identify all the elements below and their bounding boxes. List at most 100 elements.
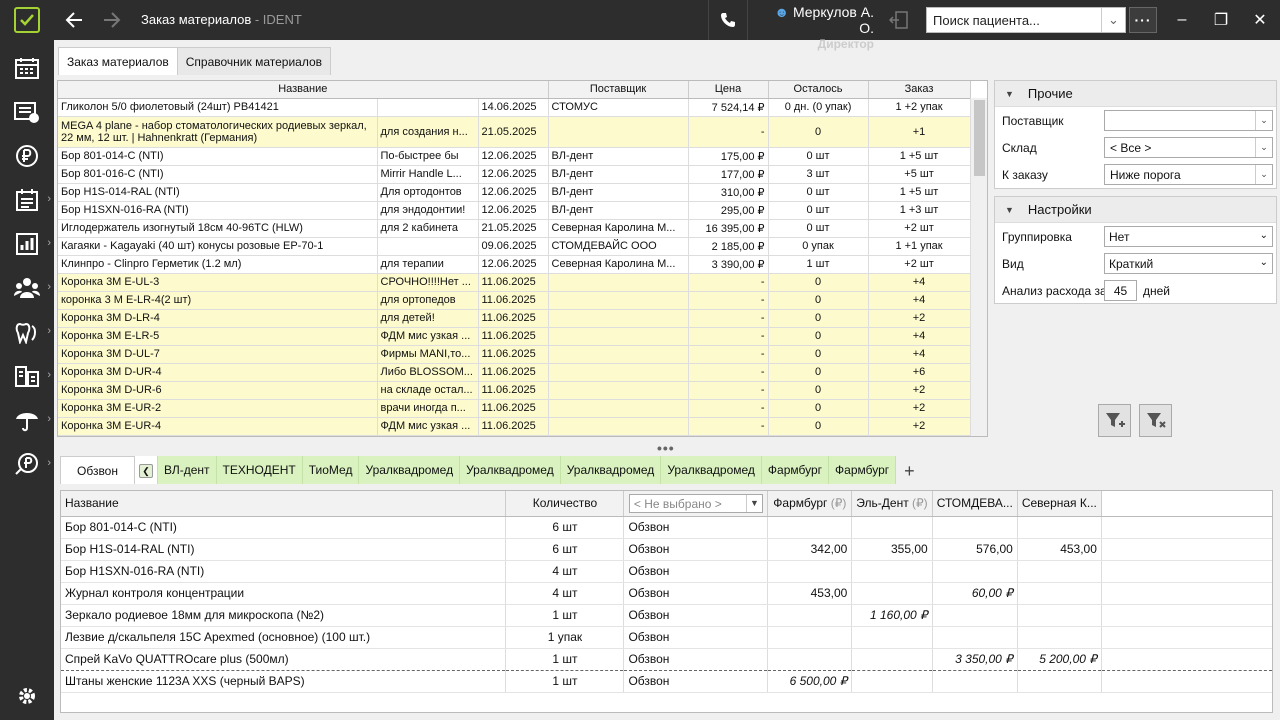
table-row[interactable]: Бор 801-016-С (NTI) Mirrir Handle L... 12.… bbox=[58, 165, 971, 184]
order-column-severnaya[interactable]: Северная К... bbox=[1017, 491, 1102, 517]
table-row[interactable]: Кагаяки - Kagayaki (40 шт) конусы розовы… bbox=[58, 237, 971, 256]
settings-header[interactable]: ▼ Настройки bbox=[995, 197, 1276, 223]
panel-splitter[interactable]: ••• bbox=[657, 440, 675, 456]
chevron-down-icon[interactable]: ⌄ bbox=[1260, 257, 1268, 268]
order-row[interactable]: Бор 801-014-С (NTI) 6 шт Обзвон bbox=[61, 516, 1272, 539]
order-column-name[interactable]: Название bbox=[61, 491, 507, 517]
column-header-price[interactable]: Цена bbox=[688, 81, 769, 99]
supplier-filter-select[interactable]: ⌄ bbox=[1104, 110, 1273, 131]
tab-material-catalog[interactable]: Справочник материалов bbox=[176, 47, 332, 75]
close-icon[interactable]: ✕ bbox=[1248, 8, 1272, 32]
logout-icon[interactable] bbox=[884, 8, 914, 32]
add-tab-icon[interactable]: + bbox=[896, 456, 923, 484]
telephony-icon[interactable] bbox=[708, 0, 748, 40]
other-filters-header[interactable]: ▼ Прочие bbox=[995, 81, 1276, 107]
view-select[interactable]: Краткий ⌄ bbox=[1104, 253, 1273, 274]
materials-scrollbar[interactable] bbox=[970, 98, 987, 436]
order-price-stomdevice: 3 350,00 ₽ bbox=[932, 647, 1018, 671]
patient-search-input[interactable]: Поиск пациента... ⌄ bbox=[926, 7, 1126, 33]
column-header-left[interactable]: Осталось bbox=[768, 81, 869, 99]
table-row[interactable]: Иглодержатель изогнутый 18см 40-96TC (HL… bbox=[58, 219, 971, 238]
tab-supplier[interactable]: Уралквадромед bbox=[460, 456, 561, 484]
more-options-button[interactable]: ··· bbox=[1129, 7, 1157, 33]
table-row[interactable]: коронка 3 M E-LR-4(2 шт) для ортопедов 11.… bbox=[58, 291, 971, 310]
sidebar-insurance-icon[interactable]: › bbox=[0, 398, 54, 442]
tab-supplier[interactable]: Фармбург bbox=[829, 456, 897, 484]
sidebar-finance-icon[interactable] bbox=[0, 134, 54, 178]
table-row[interactable]: Коронка 3M D-UL-7 Фирмы MANI,то... 11.06.2… bbox=[58, 345, 971, 364]
minimize-icon[interactable]: – bbox=[1170, 8, 1194, 32]
chevron-down-icon[interactable]: ⌄ bbox=[1255, 165, 1272, 184]
sidebar-payments-icon[interactable]: › bbox=[0, 442, 54, 486]
table-row[interactable]: Бор 801-014-С (NTI) По-быстрее бы 12.06.20… bbox=[58, 147, 971, 166]
material-date: 11.06.2025 bbox=[478, 291, 549, 310]
sidebar-warehouse-icon[interactable]: › bbox=[0, 354, 54, 398]
table-row[interactable]: Бор H1SXN-016-RA (NTI) для эндодонтии! 12.… bbox=[58, 201, 971, 220]
sidebar-tasks-icon[interactable] bbox=[0, 90, 54, 134]
collapse-triangle-icon[interactable]: ▼ bbox=[1005, 89, 1014, 99]
order-row[interactable]: Штаны женские 1123A XXS (черный BAPS) 1 ш… bbox=[61, 670, 1272, 693]
analysis-days-input[interactable]: 45 bbox=[1104, 280, 1137, 301]
column-header-name[interactable]: Название bbox=[58, 81, 549, 99]
chevron-down-icon[interactable]: ⌄ bbox=[1255, 111, 1272, 130]
order-row[interactable]: Лезвие д/скальпеля 15C Apexmed (основное… bbox=[61, 626, 1272, 649]
tab-collapse-icon[interactable]: ❮ bbox=[135, 456, 158, 484]
tab-supplier[interactable]: ТиоМед bbox=[302, 456, 360, 484]
table-row[interactable]: Гликолон 5/0 фиолетовый (24шт) PB41421 14… bbox=[58, 98, 971, 117]
forward-arrow-icon[interactable] bbox=[100, 8, 124, 32]
order-table: Название Количество < Не выбрано > ▼ Фарм… bbox=[60, 490, 1273, 713]
collapse-triangle-icon[interactable]: ▼ bbox=[1005, 205, 1014, 215]
order-row[interactable]: Зеркало родиевое 18мм для микроскопа (№2… bbox=[61, 604, 1272, 627]
current-user[interactable]: ☻ Меркулов А. О. Директор bbox=[756, 4, 874, 52]
table-row[interactable]: Клинпро - Clinpro Герметик (1.2 мл) для т… bbox=[58, 255, 971, 274]
sidebar-analytics-icon[interactable]: › bbox=[0, 222, 54, 266]
table-row[interactable]: Коронка 3M E-UR-4 ФДМ мис узкая ... 11.06.… bbox=[58, 417, 971, 436]
tab-supplier[interactable]: Фармбург bbox=[761, 456, 830, 484]
table-row[interactable]: Коронка 3M E-UR-2 врачи иногда п... 11.06.… bbox=[58, 399, 971, 418]
chevron-down-icon[interactable]: ▼ bbox=[745, 494, 762, 512]
apply-filter-icon[interactable] bbox=[1098, 404, 1131, 437]
sidebar-dental-icon[interactable]: › bbox=[0, 310, 54, 354]
tab-supplier[interactable]: Уралквадромед bbox=[560, 456, 662, 484]
table-row[interactable]: Коронка 3M D-UR-4 Либо BLOSSOM... 11.06.20… bbox=[58, 363, 971, 382]
table-row[interactable]: Коронка 3M D-UR-6 на складе остал... 11.06… bbox=[58, 381, 971, 400]
tab-supplier[interactable]: Уралквадромед bbox=[661, 456, 762, 484]
tab-supplier[interactable]: ТЕХНОДЕНТ bbox=[216, 456, 303, 484]
grouping-select[interactable]: Нет ⌄ bbox=[1104, 226, 1273, 247]
table-row[interactable]: MEGA 4 plane - набор стоматологических р… bbox=[58, 116, 971, 148]
to-order-filter-select[interactable]: Ниже порога ⌄ bbox=[1104, 164, 1273, 185]
material-left: 0 упак bbox=[768, 237, 869, 256]
tab-material-order[interactable]: Заказ материалов bbox=[58, 47, 178, 75]
column-header-supplier[interactable]: Поставщик bbox=[548, 81, 689, 99]
sidebar-calendar-icon[interactable] bbox=[0, 46, 54, 90]
warehouse-filter-select[interactable]: < Все > ⌄ bbox=[1104, 137, 1273, 158]
back-arrow-icon[interactable] bbox=[62, 8, 86, 32]
order-row[interactable]: Бор H1S-014-RAL (NTI) 6 шт Обзвон 342,00 355… bbox=[61, 538, 1272, 561]
sidebar-reports-icon[interactable]: › bbox=[0, 178, 54, 222]
tab-calling[interactable]: Обзвон bbox=[60, 456, 135, 484]
order-column-eldent[interactable]: Эль-Дент (₽) bbox=[851, 491, 933, 517]
order-column-stomdevice[interactable]: СТОМДЕВА... bbox=[932, 491, 1018, 517]
chevron-down-icon[interactable]: ⌄ bbox=[1260, 230, 1268, 241]
status-select[interactable]: < Не выбрано > ▼ bbox=[628, 493, 763, 513]
chevron-down-icon[interactable]: ⌄ bbox=[1255, 138, 1272, 157]
order-column-farmburg[interactable]: Фармбург (₽) bbox=[767, 491, 853, 517]
scrollbar-thumb[interactable] bbox=[974, 100, 985, 176]
clear-filter-icon[interactable] bbox=[1139, 404, 1172, 437]
order-row[interactable]: Бор H1SXN-016-RA (NTI) 4 шт Обзвон bbox=[61, 560, 1272, 583]
tab-supplier[interactable]: Уралквадромед bbox=[359, 456, 461, 484]
column-header-order[interactable]: Заказ bbox=[868, 81, 971, 99]
table-row[interactable]: Коронка 3M E-LR-5 ФДМ мис узкая ... 11.06.… bbox=[58, 327, 971, 346]
chevron-down-icon[interactable]: ⌄ bbox=[1101, 8, 1125, 32]
table-row[interactable]: Бор H1S-014-RAL (NTI) Для ортодонтов 12.06… bbox=[58, 183, 971, 202]
app-logo-icon[interactable] bbox=[0, 0, 54, 40]
sidebar-settings-gear-icon[interactable] bbox=[0, 674, 54, 718]
sidebar-patients-icon[interactable]: › bbox=[0, 266, 54, 310]
table-row[interactable]: Коронка 3M D-LR-4 для детей! 11.06.2025 -0 +… bbox=[58, 309, 971, 328]
order-row[interactable]: Спрей KaVo QUATTROcare plus (500мл) 1 шт О… bbox=[61, 647, 1272, 671]
tab-supplier[interactable]: ВЛ-дент bbox=[158, 456, 217, 484]
maximize-icon[interactable]: ❐ bbox=[1209, 8, 1233, 32]
order-column-qty[interactable]: Количество bbox=[505, 491, 625, 517]
table-row[interactable]: Коронка 3M E-UL-3 СРОЧНО!!!!Нет ... 11.06.… bbox=[58, 273, 971, 292]
order-row[interactable]: Журнал контроля концентрации 4 шт Обзвон 45… bbox=[61, 582, 1272, 605]
